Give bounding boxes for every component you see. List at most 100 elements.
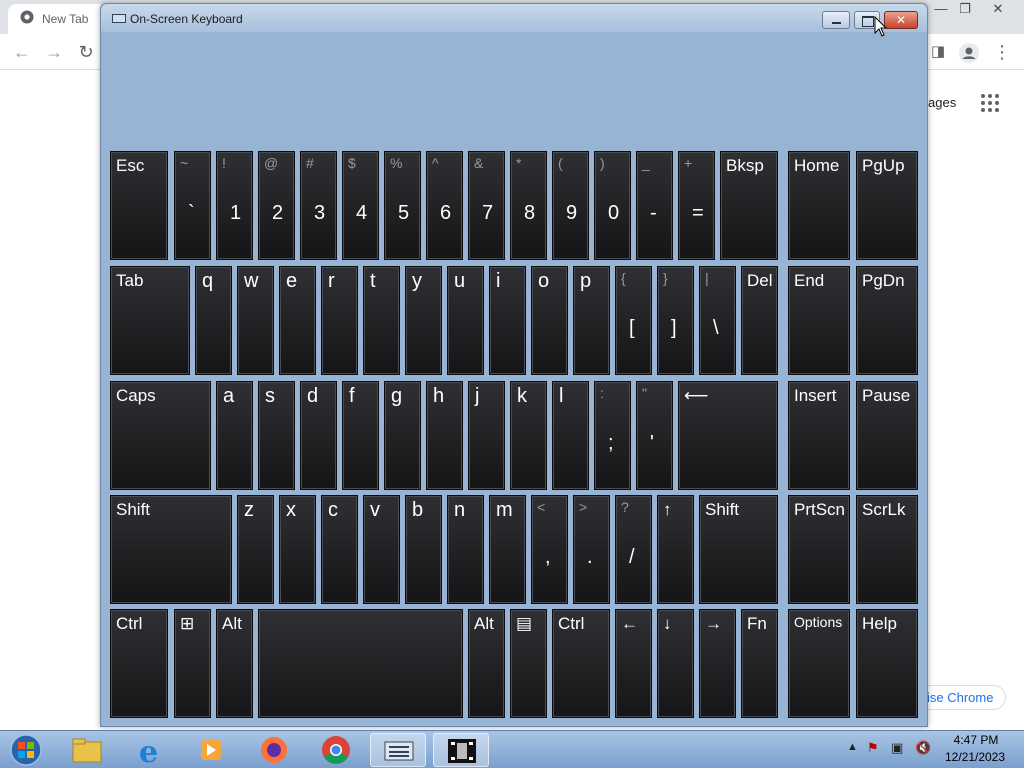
key-9[interactable]: → (699, 609, 736, 718)
tab-new-tab[interactable]: New Tab (8, 4, 112, 34)
key-s[interactable]: s (258, 381, 295, 490)
taskbar-chrome-icon[interactable] (308, 733, 364, 767)
key-del[interactable]: Del (741, 266, 778, 375)
back-icon[interactable]: ← (11, 42, 33, 64)
close-icon[interactable]: ✕ (983, 0, 1013, 20)
profile-icon[interactable] (958, 42, 980, 64)
key-5[interactable]: ▤ (510, 609, 547, 718)
network-icon[interactable]: ▣ (891, 740, 903, 756)
show-hidden-icons-icon[interactable]: ▲ (847, 741, 858, 753)
key-12[interactable]: _ - (636, 151, 673, 260)
key-8[interactable]: <, (531, 495, 568, 604)
taskbar-media-player-icon[interactable] (183, 733, 239, 767)
key-g[interactable]: g (384, 381, 421, 490)
key-e[interactable]: e (279, 266, 316, 375)
key-p[interactable]: p (573, 266, 610, 375)
key-11[interactable]: ↑ (657, 495, 694, 604)
key-t[interactable]: t (363, 266, 400, 375)
osk-titlebar[interactable]: On-Screen Keyboard (101, 4, 927, 32)
key-9[interactable]: (9 (552, 151, 589, 260)
key-c[interactable]: c (321, 495, 358, 604)
key-tab[interactable]: Tab (110, 266, 190, 375)
key-v[interactable]: v (363, 495, 400, 604)
key-q[interactable]: q (195, 266, 232, 375)
key-shift[interactable]: Shift (699, 495, 778, 604)
key-f[interactable]: f (342, 381, 379, 490)
images-link[interactable]: ages (928, 95, 956, 110)
key-7[interactable]: ← (615, 609, 652, 718)
taskbar-movie-maker-icon[interactable] (433, 733, 489, 767)
key-1[interactable]: ⊞ (174, 609, 211, 718)
key-6[interactable]: ^ 6 (426, 151, 463, 260)
key-9[interactable]: >. (573, 495, 610, 604)
menu-icon[interactable]: ⋮ (991, 42, 1013, 64)
key-7[interactable]: & 7 (468, 151, 505, 260)
key-x[interactable]: x (279, 495, 316, 604)
key-pgdn[interactable]: PgDn (856, 266, 918, 375)
reload-icon[interactable]: ↻ (75, 42, 97, 64)
key-10[interactable]: ? / (615, 495, 652, 604)
key-4[interactable]: $4 (342, 151, 379, 260)
key-options[interactable]: Options (788, 609, 850, 718)
forward-icon[interactable]: → (43, 42, 65, 64)
apps-grid-icon[interactable] (980, 93, 1000, 113)
key-pgup[interactable]: PgUp (856, 151, 918, 260)
key-l[interactable]: l (552, 381, 589, 490)
key-8[interactable]: ↓ (657, 609, 694, 718)
key-i[interactable]: i (489, 266, 526, 375)
key-u[interactable]: u (447, 266, 484, 375)
close-button[interactable] (884, 11, 918, 29)
key-home[interactable]: Home (788, 151, 850, 260)
key-caps[interactable]: Caps (110, 381, 211, 490)
key-13[interactable]: + = (678, 151, 715, 260)
clock-time[interactable]: 4:47 PM (948, 733, 1004, 747)
key-8[interactable]: * 8 (510, 151, 547, 260)
key-bksp[interactable]: Bksp (720, 151, 778, 260)
restore-icon[interactable]: ❐ (950, 0, 980, 20)
key-1[interactable]: ! 1 (216, 151, 253, 260)
key-shift[interactable]: Shift (110, 495, 232, 604)
key-d[interactable]: d (300, 381, 337, 490)
key-end[interactable]: End (788, 266, 850, 375)
volume-muted-icon[interactable]: 🔇 (915, 740, 931, 756)
key-13[interactable]: | \ (699, 266, 736, 375)
key-pause[interactable]: Pause (856, 381, 918, 490)
key-b[interactable]: b (405, 495, 442, 604)
clock-date[interactable]: 12/21/2023 (940, 750, 1010, 764)
key-k[interactable]: k (510, 381, 547, 490)
key-alt[interactable]: Alt (468, 609, 505, 718)
key-scrlk[interactable]: ScrLk (856, 495, 918, 604)
key-0[interactable]: ) 0 (594, 151, 631, 260)
taskbar-internet-explorer-icon[interactable]: e (123, 733, 179, 770)
key-a[interactable]: a (216, 381, 253, 490)
key-prtscn[interactable]: PrtScn (788, 495, 850, 604)
side-panel-icon[interactable]: ◨ (927, 42, 949, 64)
key-n[interactable]: n (447, 495, 484, 604)
key-alt[interactable]: Alt (216, 609, 253, 718)
key-insert[interactable]: Insert (788, 381, 850, 490)
key-w[interactable]: w (237, 266, 274, 375)
key-space[interactable] (258, 609, 463, 718)
taskbar-firefox-icon[interactable] (246, 733, 302, 767)
key-12[interactable]: ⟵ (678, 381, 778, 490)
key-11[interactable]: " ' (636, 381, 673, 490)
action-center-icon[interactable]: ⚑ (867, 740, 879, 756)
key-help[interactable]: Help (856, 609, 918, 718)
customize-chrome-button[interactable]: ise Chrome (918, 685, 1007, 710)
key-2[interactable]: @2 (258, 151, 295, 260)
key-esc[interactable]: Esc (110, 151, 168, 260)
key-h[interactable]: h (426, 381, 463, 490)
taskbar-explorer-icon[interactable] (59, 733, 115, 767)
key-1[interactable]: ~ ` (174, 151, 211, 260)
taskbar-osk-icon[interactable] (370, 733, 426, 767)
start-button[interactable] (6, 733, 46, 767)
key-j[interactable]: j (468, 381, 505, 490)
key-z[interactable]: z (237, 495, 274, 604)
key-ctrl[interactable]: Ctrl (552, 609, 610, 718)
key-ctrl[interactable]: Ctrl (110, 609, 168, 718)
key-m[interactable]: m (489, 495, 526, 604)
key-10[interactable]: :; (594, 381, 631, 490)
key-12[interactable]: }] (657, 266, 694, 375)
key-o[interactable]: o (531, 266, 568, 375)
minimize-button[interactable] (822, 11, 850, 29)
